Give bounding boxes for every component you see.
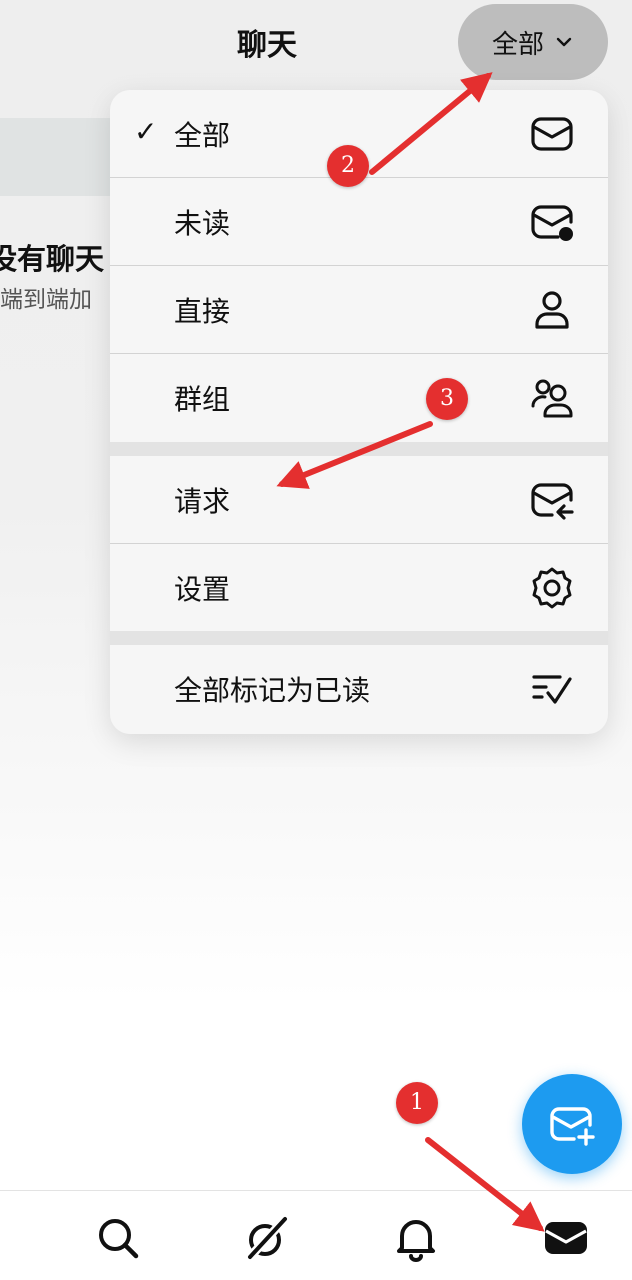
menu-item-label: 设置 — [174, 572, 231, 606]
group-icon — [530, 376, 574, 420]
background-banner — [0, 118, 112, 196]
empty-state-title: 没有聊天 — [0, 242, 105, 276]
menu-item-settings[interactable]: 设置 — [110, 544, 608, 631]
menu-item-groups[interactable]: 群组 — [110, 354, 608, 441]
page-title: 聊天 — [237, 28, 297, 63]
filter-label: 全部 — [491, 29, 544, 60]
tab-messages[interactable] — [542, 1214, 590, 1262]
menu-section-gap — [110, 631, 608, 645]
chevron-down-icon — [556, 37, 572, 47]
menu-item-requests[interactable]: 请求 — [110, 456, 608, 543]
tab-search[interactable] — [94, 1214, 142, 1262]
menu-item-label: 直接 — [174, 294, 231, 328]
menu-item-direct[interactable]: 直接 — [110, 266, 608, 353]
compose-message-icon — [550, 1107, 595, 1146]
menu-item-label: 全部标记为已读 — [174, 673, 371, 707]
menu-section-gap — [110, 442, 608, 456]
filter-menu: ✓ 全部 未读 直接 群组 请求 设置 全部标记为已读 — [110, 90, 608, 734]
menu-item-label: 全部 — [174, 118, 231, 152]
mail-request-icon — [530, 478, 574, 522]
compose-message-button[interactable] — [522, 1074, 622, 1174]
mail-icon — [530, 112, 574, 156]
annotation-badge-3: 3 — [426, 378, 468, 420]
menu-item-unread[interactable]: 未读 — [110, 178, 608, 265]
tab-notifications[interactable] — [392, 1214, 440, 1262]
annotation-badge-1: 1 — [396, 1082, 438, 1124]
mail-unread-icon — [530, 200, 574, 244]
check-icon: ✓ — [134, 115, 158, 148]
tab-grok[interactable] — [242, 1214, 290, 1262]
menu-item-label: 群组 — [174, 382, 231, 416]
bell-icon — [397, 1220, 435, 1262]
mark-read-icon — [530, 667, 574, 711]
search-icon — [99, 1219, 139, 1259]
gear-icon — [530, 566, 574, 610]
filter-dropdown-button[interactable]: 全部 — [458, 4, 608, 80]
person-icon — [530, 288, 574, 332]
grok-icon — [243, 1214, 290, 1262]
chat-screen: 没有聊天 端到端加 聊天 全部 ✓ 全部 未读 直接 群组 请求 设置 全部标记… — [0, 0, 632, 1280]
menu-item-label: 未读 — [174, 206, 231, 240]
annotation-badge-2: 2 — [327, 145, 369, 187]
empty-state-subtitle: 端到端加 — [0, 287, 92, 313]
mail-filled-icon — [545, 1222, 587, 1254]
menu-item-mark-all-read[interactable]: 全部标记为已读 — [110, 645, 608, 732]
menu-item-label: 请求 — [174, 484, 231, 518]
